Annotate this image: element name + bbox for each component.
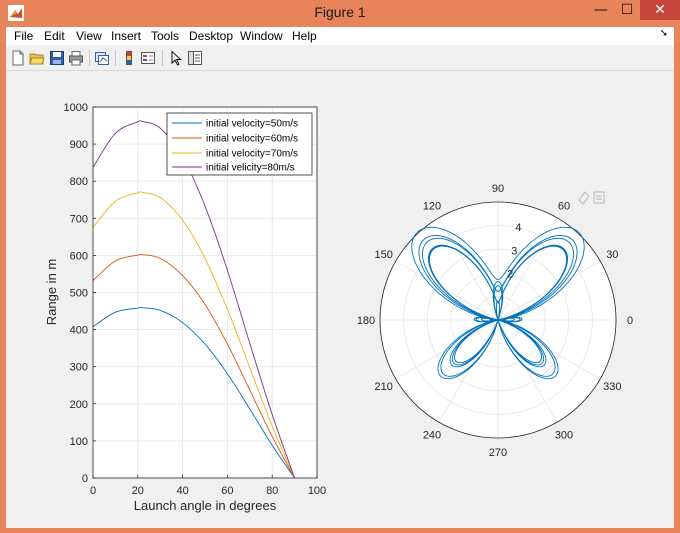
y-tick-label: 600 (70, 250, 88, 262)
save-icon[interactable] (49, 50, 65, 66)
legend-label-60: initial velocity=60m/s (206, 134, 298, 145)
window-title: Figure 1 (314, 4, 366, 20)
y-tick-label: 200 (70, 399, 88, 411)
export-icon[interactable] (593, 191, 605, 204)
menu-overflow-icon[interactable]: ➘ (660, 28, 668, 39)
toolbar-separator (162, 50, 163, 66)
angle-tick-label: 30 (606, 249, 618, 261)
pointer-icon[interactable] (168, 50, 184, 66)
y-tick-label: 100 (70, 436, 88, 448)
x-tick-label: 40 (176, 485, 188, 497)
y-tick-label: 700 (70, 213, 88, 225)
angle-tick-label: 180 (357, 315, 375, 327)
brush-icon[interactable] (578, 191, 590, 205)
polar-plot-axes[interactable]: 2 3 4 0 30 60 90 120 150 180 210 240 270 300 330 (357, 183, 633, 459)
y-tick-label: 800 (70, 176, 88, 188)
angle-tick-label: 330 (603, 381, 621, 393)
y-tick-label: 1000 (64, 102, 88, 114)
x-tick-labels: 0 20 40 60 80 100 (90, 485, 326, 497)
y-tick-label: 500 (70, 288, 88, 300)
legend-label-80: initial velicity=80m/s (206, 163, 295, 174)
y-tick-label: 900 (70, 139, 88, 151)
x-tick-label: 60 (221, 485, 233, 497)
legend[interactable]: initial velocity=50m/s initial velocity=… (166, 112, 313, 176)
menu-insert[interactable]: Insert (111, 29, 141, 43)
angle-tick-label: 240 (423, 429, 441, 441)
menu-tools[interactable]: Tools (151, 29, 179, 43)
angle-tick-label: 90 (492, 183, 504, 195)
legend-label-50: initial velocity=50m/s (206, 119, 298, 130)
y-tick-label: 400 (70, 325, 88, 337)
x-tick-label: 20 (132, 485, 144, 497)
radial-tick-label: 4 (515, 222, 521, 234)
range-plot-axes[interactable]: 0 20 40 60 80 100 0 100 200 300 400 500 600 700 800 90… (44, 102, 326, 513)
minimize-button[interactable]: — (588, 0, 614, 20)
y-tick-labels: 0 100 200 300 400 500 600 700 800 900 1000 (64, 102, 88, 485)
close-button[interactable]: ✕ (640, 0, 680, 20)
print-icon[interactable] (68, 50, 84, 66)
angle-tick-label: 270 (489, 447, 507, 459)
maximize-button[interactable]: ☐ (614, 0, 640, 20)
x-tick-label: 0 (90, 485, 96, 497)
y-tick-label: 300 (70, 362, 88, 374)
menu-help[interactable]: Help (292, 29, 317, 43)
new-figure-icon[interactable] (10, 50, 26, 66)
x-tick-label: 80 (266, 485, 278, 497)
colorbar-icon[interactable] (121, 50, 137, 66)
axes-toolbar[interactable] (578, 191, 605, 205)
radial-tick-label: 2 (507, 269, 513, 281)
angle-tick-label: 300 (555, 429, 573, 441)
toolbar-separator (115, 50, 116, 66)
menu-window[interactable]: Window (240, 29, 283, 43)
angle-tick-label: 60 (558, 201, 570, 213)
link-plot-icon[interactable] (94, 50, 110, 66)
x-axis-label: Launch angle in degrees (134, 498, 277, 513)
x-tick-label: 100 (308, 485, 326, 497)
toolbar (6, 46, 674, 71)
open-file-icon[interactable] (29, 50, 45, 66)
legend-label-70: initial velocity=70m/s (206, 149, 298, 160)
toolbar-separator (89, 50, 90, 66)
figure-canvas: 0 20 40 60 80 100 0 100 200 300 400 500 600 700 800 90… (6, 71, 674, 528)
angle-tick-label: 0 (627, 315, 633, 327)
menu-bar: File Edit View Insert Tools Desktop Wind… (6, 27, 674, 45)
radial-tick-label: 3 (511, 245, 517, 257)
menu-file[interactable]: File (14, 29, 33, 43)
property-inspector-icon[interactable] (187, 50, 203, 66)
angle-tick-label: 210 (375, 381, 393, 393)
menu-desktop[interactable]: Desktop (189, 29, 233, 43)
client-area: File Edit View Insert Tools Desktop Wind… (6, 27, 674, 528)
angle-tick-label: 120 (423, 201, 441, 213)
y-axis-label: Range in m (44, 259, 59, 325)
figure-window: Figure 1 — ☐ ✕ File Edit View Insert Too… (0, 0, 680, 533)
title-bar[interactable]: Figure 1 — ☐ ✕ (0, 0, 680, 26)
angle-tick-label: 150 (375, 249, 393, 261)
legend-icon[interactable] (140, 50, 156, 66)
menu-view[interactable]: View (76, 29, 102, 43)
figure-svg: 0 20 40 60 80 100 010020030040050060070080090… (44, 102, 633, 513)
y-tick-label: 0 (82, 473, 88, 485)
menu-edit[interactable]: Edit (44, 29, 65, 43)
